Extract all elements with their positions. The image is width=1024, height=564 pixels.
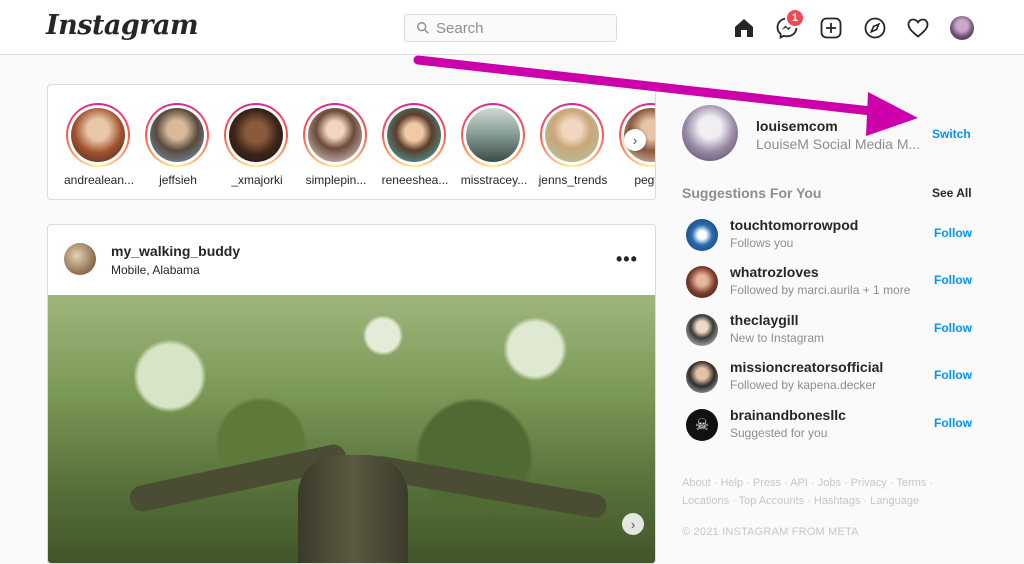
post-username[interactable]: my_walking_buddy — [111, 243, 240, 259]
more-options-icon[interactable]: ••• — [616, 249, 638, 270]
stories-tray: andrealean... jeffsieh _xmajorki simplep… — [47, 84, 656, 200]
suggestion-item: missioncreatorsofficial Followed by kape… — [682, 359, 972, 399]
post-image[interactable] — [48, 295, 655, 563]
story-username: _xmajorki — [231, 173, 283, 187]
suggestion-avatar[interactable] — [686, 314, 718, 346]
follow-button[interactable]: Follow — [934, 273, 972, 287]
skull-icon: ☠ — [694, 417, 710, 434]
account-full-name: LouiseM Social Media M... — [756, 136, 921, 152]
story-item[interactable]: jeffsieh — [145, 103, 211, 187]
follow-button[interactable]: Follow — [934, 321, 972, 335]
story-item[interactable]: jenns_trends — [539, 103, 607, 187]
story-username: pegfitz — [634, 173, 655, 187]
story-item[interactable]: reneeshea... — [382, 103, 448, 187]
account-avatar[interactable] — [682, 105, 738, 161]
follow-button[interactable]: Follow — [934, 416, 972, 430]
story-username: jeffsieh — [159, 173, 197, 187]
suggestion-subtitle: Suggested for you — [730, 426, 828, 440]
post-location[interactable]: Mobile, Alabama — [111, 263, 200, 277]
chevron-right-icon: › — [630, 516, 636, 532]
notification-badge: 1 — [785, 8, 805, 28]
story-item[interactable]: misstracey... — [461, 103, 527, 187]
post-author-avatar[interactable] — [64, 243, 96, 275]
suggestion-username[interactable]: theclaygill — [730, 312, 798, 328]
story-avatar — [150, 108, 204, 162]
copyright: © 2021 INSTAGRAM FROM META — [682, 526, 859, 538]
suggestion-subtitle: Followed by marci.aurila + 1 more — [730, 283, 911, 297]
footer-links[interactable]: About · Help · Press · API · Jobs · Priv… — [682, 474, 952, 510]
story-username: andrealean... — [63, 173, 135, 187]
stories-next-button[interactable]: › — [624, 129, 646, 151]
home-icon[interactable] — [730, 14, 758, 42]
suggestion-avatar[interactable] — [686, 219, 718, 251]
search-box[interactable] — [404, 14, 617, 42]
profile-avatar[interactable] — [950, 16, 974, 40]
new-post-icon[interactable] — [817, 14, 845, 42]
suggestion-avatar[interactable]: ☠ — [686, 409, 718, 441]
follow-button[interactable]: Follow — [934, 226, 972, 240]
suggestion-item: touchtomorrowpod Follows you Follow — [682, 217, 972, 257]
suggestion-subtitle: Followed by kapena.decker — [730, 378, 877, 392]
story-avatar — [229, 108, 283, 162]
search-input[interactable] — [436, 19, 606, 37]
suggestion-username[interactable]: touchtomorrowpod — [730, 217, 858, 233]
suggestion-username[interactable]: missioncreatorsofficial — [730, 359, 883, 375]
suggestion-avatar[interactable] — [686, 361, 718, 393]
switch-account-button[interactable]: Switch — [932, 127, 971, 141]
suggestion-item: ☠ brainandbonesllc Suggested for you Fol… — [682, 407, 972, 447]
suggestion-subtitle: New to Instagram — [730, 331, 825, 345]
suggestion-username[interactable]: whatrozloves — [730, 264, 819, 280]
compass-icon[interactable] — [861, 14, 889, 42]
story-username: misstracey... — [460, 173, 528, 187]
story-avatar — [545, 108, 599, 162]
search-icon — [417, 22, 429, 34]
account-username[interactable]: louisemcom — [756, 118, 838, 134]
see-all-link[interactable]: See All — [932, 186, 972, 200]
suggestion-item: theclaygill New to Instagram Follow — [682, 312, 972, 352]
heart-icon[interactable] — [904, 14, 932, 42]
story-username: simplepin... — [305, 173, 367, 187]
suggestion-avatar[interactable] — [686, 266, 718, 298]
story-item[interactable]: andrealean... — [64, 103, 134, 187]
image-next-button[interactable]: › — [622, 513, 644, 535]
instagram-logo[interactable]: Instagram — [46, 10, 199, 41]
suggestion-subtitle: Follows you — [730, 236, 794, 250]
suggestion-username[interactable]: brainandbonesllc — [730, 407, 846, 423]
top-navigation-bar: Instagram 1 — [0, 0, 1024, 55]
feed-post: my_walking_buddy Mobile, Alabama ••• — [47, 224, 656, 564]
story-avatar — [466, 108, 520, 162]
suggestion-item: whatrozloves Followed by marci.aurila + … — [682, 264, 972, 304]
story-username: jenns_trends — [538, 173, 608, 187]
story-item[interactable]: simplepin... — [303, 103, 369, 187]
follow-button[interactable]: Follow — [934, 368, 972, 382]
story-avatar — [387, 108, 441, 162]
suggestions-heading: Suggestions For You — [682, 185, 822, 201]
story-avatar — [71, 108, 125, 162]
image-detail — [298, 455, 408, 563]
story-avatar — [308, 108, 362, 162]
story-item[interactable]: _xmajorki — [224, 103, 290, 187]
story-username: reneeshea... — [381, 173, 449, 187]
chevron-right-icon: › — [632, 132, 638, 148]
